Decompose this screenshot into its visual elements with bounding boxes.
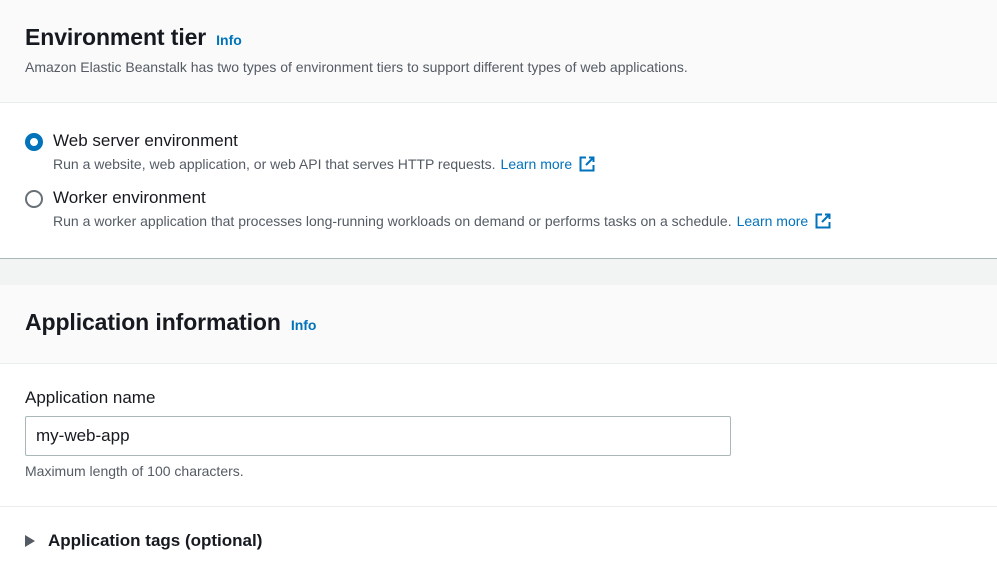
web-server-learn-more-text[interactable]: Learn more [501, 155, 573, 173]
worker-description-text: Run a worker application that processes … [53, 213, 732, 229]
application-information-panel: Application information Info Application… [0, 285, 997, 575]
environment-tier-panel: Environment tier Info Amazon Elastic Bea… [0, 0, 997, 259]
web-server-description: Run a website, web application, or web A… [53, 155, 596, 173]
environment-tier-info-link[interactable]: Info [216, 32, 242, 48]
web-server-description-text: Run a website, web application, or web A… [53, 156, 496, 172]
environment-tier-description: Amazon Elastic Beanstalk has two types o… [25, 59, 688, 75]
environment-tier-title-row: Environment tier Info [25, 24, 242, 51]
application-name-constraint: Maximum length of 100 characters. [25, 463, 244, 479]
worker-label[interactable]: Worker environment [53, 188, 832, 208]
web-server-option[interactable]: Web server environment Run a website, we… [25, 131, 596, 173]
worker-option[interactable]: Worker environment Run a worker applicat… [25, 188, 832, 230]
application-information-header: Application information Info [0, 285, 997, 364]
external-link-icon [815, 213, 831, 229]
worker-description: Run a worker application that processes … [53, 212, 832, 230]
worker-radio[interactable] [25, 190, 43, 208]
application-information-title: Application information [25, 309, 281, 335]
external-link-icon [579, 156, 595, 172]
application-tags-expander[interactable]: Application tags (optional) [25, 531, 262, 551]
web-server-label[interactable]: Web server environment [53, 131, 596, 151]
caret-right-icon [25, 535, 35, 547]
environment-tier-title: Environment tier [25, 24, 207, 50]
worker-learn-more-link[interactable]: Learn more [737, 212, 833, 230]
section-divider [0, 506, 997, 507]
application-name-input[interactable] [25, 416, 731, 456]
page: Environment tier Info Amazon Elastic Bea… [0, 0, 997, 575]
application-tags-label[interactable]: Application tags (optional) [48, 531, 262, 551]
application-information-title-row: Application information Info [25, 309, 316, 336]
worker-learn-more-text[interactable]: Learn more [737, 212, 809, 230]
application-information-info-link[interactable]: Info [291, 317, 317, 333]
web-server-learn-more-link[interactable]: Learn more [501, 155, 597, 173]
web-server-radio[interactable] [25, 133, 43, 151]
application-name-label: Application name [25, 388, 156, 407]
environment-tier-header: Environment tier Info Amazon Elastic Bea… [0, 0, 997, 103]
